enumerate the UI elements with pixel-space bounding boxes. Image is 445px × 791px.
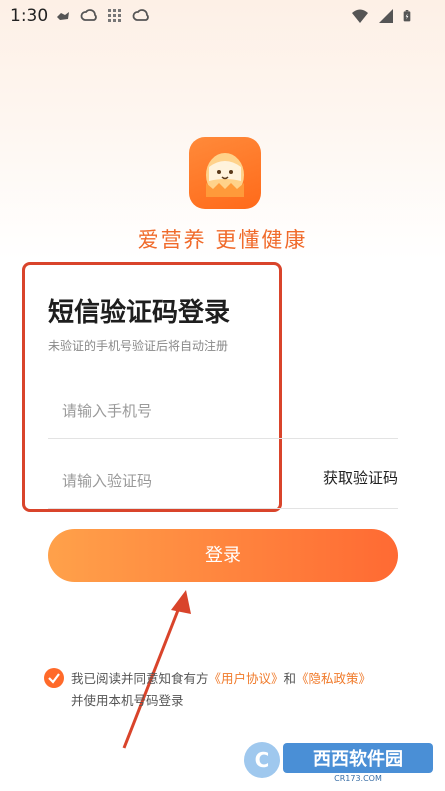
watermark-sub: CR173.COM	[334, 774, 382, 783]
svg-text:C: C	[255, 748, 270, 772]
grid-icon	[108, 9, 121, 22]
agree-checkbox[interactable]	[44, 668, 64, 688]
cloud-icon	[80, 9, 97, 21]
app-logo	[189, 137, 261, 209]
verification-code-input[interactable]	[60, 460, 304, 502]
watermark-main: 西西软件园	[313, 748, 403, 770]
signal-icon	[379, 9, 393, 23]
agreement-and: 和	[283, 671, 297, 686]
status-time: 1:30	[10, 6, 49, 26]
code-field-row: 获取验证码	[48, 450, 398, 509]
battery-icon	[403, 10, 411, 22]
phone-input[interactable]	[60, 390, 304, 432]
notification-icons	[54, 7, 150, 25]
agreement-text: 我已阅读并同意知食有方《用户协议》和《隐私政策》 并使用本机号码登录	[71, 668, 411, 712]
login-button[interactable]: 登录	[48, 529, 398, 582]
egg-mascot-icon	[206, 153, 244, 197]
privacy-policy-link[interactable]: 《隐私政策》	[296, 671, 371, 686]
check-icon	[48, 673, 60, 684]
status-bar: 1:30	[0, 0, 445, 32]
page-subtitle: 未验证的手机号验证后将自动注册	[48, 339, 229, 353]
wifi-icon	[352, 9, 368, 23]
dog-notification-icon	[57, 12, 69, 20]
phone-field-row	[48, 380, 398, 439]
page-title: 短信验证码登录	[48, 298, 231, 328]
cloud-icon	[132, 9, 149, 21]
agreement-text-2: 并使用本机号码登录	[71, 693, 184, 708]
site-watermark: C 西西软件园 CR173.COM	[244, 742, 433, 783]
agreement-text-1: 我已阅读并同意知食有方	[71, 671, 209, 686]
app-slogan: 爱营养 更懂健康	[137, 228, 308, 252]
get-code-button[interactable]: 获取验证码	[323, 467, 398, 488]
system-icons	[351, 7, 415, 25]
user-agreement-link[interactable]: 《用户协议》	[209, 671, 284, 686]
